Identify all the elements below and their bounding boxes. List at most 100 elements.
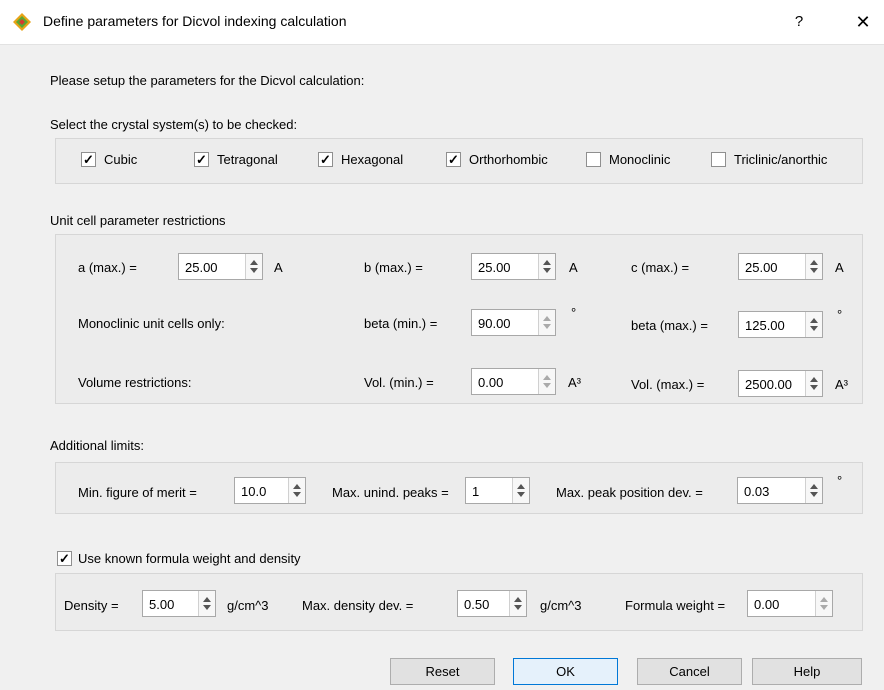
peak-dev-label: Max. peak position dev. =	[556, 485, 703, 500]
beta-min-unit: °	[571, 305, 577, 320]
cancel-button[interactable]: Cancel	[637, 658, 742, 685]
beta-max-arrows[interactable]	[805, 312, 822, 337]
triclinic-checkbox-box[interactable]	[711, 152, 726, 167]
density-dev-arrows[interactable]	[509, 591, 526, 616]
orthorhombic-checkbox-box[interactable]: ✓	[446, 152, 461, 167]
crystal-system-group: ✓ Cubic ✓ Tetragonal ✓ Hexagonal ✓ Ortho…	[55, 138, 863, 184]
hexagonal-checkbox-box[interactable]: ✓	[318, 152, 333, 167]
help-question-icon[interactable]: ?	[784, 10, 814, 34]
unind-arrows[interactable]	[512, 478, 529, 503]
peak-dev-unit: °	[837, 473, 843, 488]
beta-min-label: beta (min.) =	[364, 316, 438, 331]
close-icon[interactable]: ✕	[848, 10, 878, 34]
app-diamond-icon	[13, 13, 31, 31]
beta-max-unit: °	[837, 307, 843, 322]
increase-icon[interactable]	[543, 375, 551, 380]
reset-button[interactable]: Reset	[390, 658, 495, 685]
monoclinic-checkbox-box[interactable]	[586, 152, 601, 167]
b-max-spinbox[interactable]: 25.00	[471, 253, 556, 280]
b-max-arrows[interactable]	[538, 254, 555, 279]
tetragonal-checkbox-box[interactable]: ✓	[194, 152, 209, 167]
density-dev-unit: g/cm^3	[540, 598, 582, 613]
additional-limits-label: Additional limits:	[50, 438, 144, 453]
increase-icon[interactable]	[514, 597, 522, 602]
vol-min-arrows[interactable]	[538, 369, 555, 394]
beta-min-spinbox[interactable]: 90.00	[471, 309, 556, 336]
fom-label: Min. figure of merit =	[78, 485, 197, 500]
cubic-checkbox-box[interactable]: ✓	[81, 152, 96, 167]
density-dev-spinbox[interactable]: 0.50	[457, 590, 527, 617]
increase-icon[interactable]	[810, 318, 818, 323]
increase-icon[interactable]	[810, 377, 818, 382]
beta-max-spinbox[interactable]: 125.00	[738, 311, 823, 338]
density-dev-label: Max. density dev. =	[302, 598, 414, 613]
unind-spinbox[interactable]: 1	[465, 477, 530, 504]
increase-icon[interactable]	[810, 484, 818, 489]
density-spinbox[interactable]: 5.00	[142, 590, 216, 617]
beta-max-label: beta (max.) =	[631, 318, 708, 333]
volume-restrictions-label: Volume restrictions:	[78, 375, 192, 390]
c-max-spinbox[interactable]: 25.00	[738, 253, 823, 280]
orthorhombic-label: Orthorhombic	[469, 152, 548, 167]
vol-min-unit: A³	[568, 375, 581, 390]
decrease-icon[interactable]	[514, 605, 522, 610]
a-max-arrows[interactable]	[245, 254, 262, 279]
c-max-value: 25.00	[745, 260, 778, 275]
increase-icon[interactable]	[293, 484, 301, 489]
a-max-spinbox[interactable]: 25.00	[178, 253, 263, 280]
decrease-icon[interactable]	[250, 268, 258, 273]
decrease-icon[interactable]	[203, 605, 211, 610]
monoclinic-only-label: Monoclinic unit cells only:	[78, 316, 225, 331]
vol-min-value: 0.00	[478, 375, 504, 390]
ok-button[interactable]: OK	[513, 658, 618, 685]
fom-arrows[interactable]	[288, 478, 305, 503]
density-arrows[interactable]	[198, 591, 215, 616]
increase-icon[interactable]	[820, 597, 828, 602]
vol-max-value: 2500.00	[745, 377, 792, 392]
formula-weight-arrows[interactable]	[815, 591, 832, 616]
increase-icon[interactable]	[250, 260, 258, 265]
beta-min-arrows[interactable]	[538, 310, 555, 335]
unit-cell-group: a (max.) = 25.00 A b (max.) = 25.00 A c …	[55, 234, 863, 404]
window-title: Define parameters for Dicvol indexing ca…	[43, 13, 347, 29]
fom-value: 10.0	[241, 484, 267, 499]
increase-icon[interactable]	[543, 260, 551, 265]
decrease-icon[interactable]	[543, 324, 551, 329]
fom-spinbox[interactable]: 10.0	[234, 477, 306, 504]
increase-icon[interactable]	[517, 484, 525, 489]
use-formula-checkbox-box[interactable]: ✓	[57, 551, 72, 566]
help-button[interactable]: Help	[752, 658, 862, 685]
increase-icon[interactable]	[543, 316, 551, 321]
peak-dev-spinbox[interactable]: 0.03	[737, 477, 823, 504]
c-max-arrows[interactable]	[805, 254, 822, 279]
unit-cell-label: Unit cell parameter restrictions	[50, 213, 226, 228]
b-unit: A	[569, 260, 578, 275]
decrease-icon[interactable]	[810, 326, 818, 331]
vol-min-spinbox[interactable]: 0.00	[471, 368, 556, 395]
decrease-icon[interactable]	[810, 492, 818, 497]
a-max-label: a (max.) =	[78, 260, 137, 275]
decrease-icon[interactable]	[543, 383, 551, 388]
decrease-icon[interactable]	[810, 268, 818, 273]
decrease-icon[interactable]	[293, 492, 301, 497]
increase-icon[interactable]	[203, 597, 211, 602]
beta-min-value: 90.00	[478, 316, 511, 331]
title-bar: Define parameters for Dicvol indexing ca…	[0, 0, 884, 45]
vol-max-spinbox[interactable]: 2500.00	[738, 370, 823, 397]
hexagonal-label: Hexagonal	[341, 152, 404, 167]
density-dev-value: 0.50	[464, 597, 490, 612]
vol-max-arrows[interactable]	[805, 371, 822, 396]
c-unit: A	[835, 260, 844, 275]
decrease-icon[interactable]	[810, 385, 818, 390]
decrease-icon[interactable]	[543, 268, 551, 273]
unind-value: 1	[472, 484, 480, 499]
peak-dev-arrows[interactable]	[805, 478, 822, 503]
crystal-system-label: Select the crystal system(s) to be check…	[50, 117, 298, 132]
use-formula-label: Use known formula weight and density	[78, 551, 301, 566]
decrease-icon[interactable]	[517, 492, 525, 497]
increase-icon[interactable]	[810, 260, 818, 265]
decrease-icon[interactable]	[820, 605, 828, 610]
a-max-value: 25.00	[185, 260, 218, 275]
beta-max-value: 125.00	[745, 318, 785, 333]
formula-weight-spinbox[interactable]: 0.00	[747, 590, 833, 617]
